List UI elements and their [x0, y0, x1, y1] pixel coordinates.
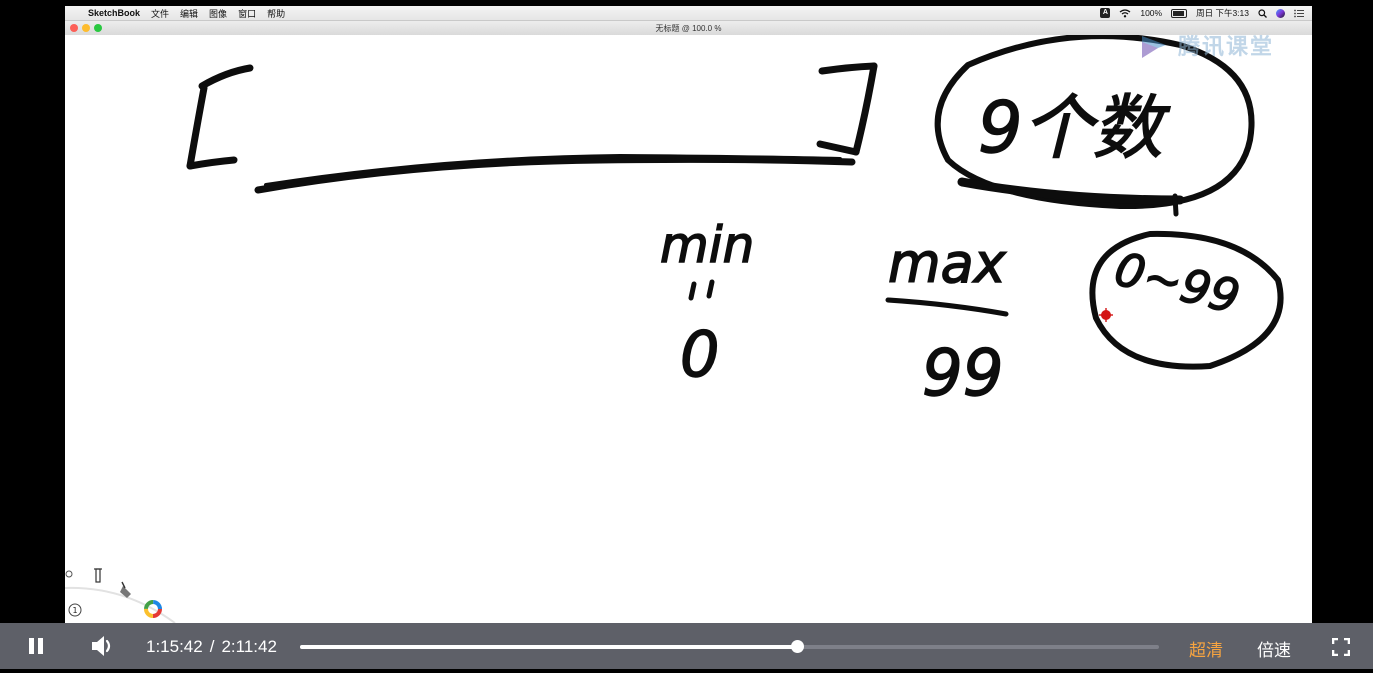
time-display: 1:15:42 / 2:11:42	[146, 637, 277, 657]
max-underline-stroke	[885, 297, 1009, 317]
menu-file[interactable]: 文件	[151, 7, 169, 20]
handwriting-layer: min 0 max 99 9个数 0~99	[186, 35, 1284, 412]
video-player[interactable]: SketchBook 文件 编辑 图像 窗口 帮助 A 100% 周日 下午3:…	[0, 0, 1373, 673]
quality-button[interactable]: 超清	[1189, 636, 1223, 661]
siri-icon[interactable]	[1276, 8, 1285, 18]
menu-edit[interactable]: 编辑	[180, 7, 198, 20]
notification-center-icon[interactable]	[1294, 9, 1304, 18]
progress-played	[300, 645, 797, 649]
progress-handle[interactable]	[790, 640, 804, 653]
brush-cursor-icon	[1099, 308, 1113, 322]
document-title: 无标题 @ 100.0 %	[655, 24, 722, 33]
range-label: 0~99	[1109, 241, 1245, 324]
menu-help[interactable]: 帮助	[267, 7, 285, 20]
pause-icon	[38, 638, 43, 654]
current-time: 1:15:42	[146, 637, 203, 656]
wifi-icon[interactable]	[1119, 8, 1131, 18]
input-source-icon[interactable]: A	[1100, 8, 1111, 18]
equal-tick-stroke	[706, 279, 715, 299]
pen-tool-icon	[94, 568, 102, 583]
right-bracket-stroke	[816, 62, 878, 156]
min-value: 0	[680, 318, 719, 391]
count-connector-stroke	[1172, 193, 1179, 217]
max-value: 99	[922, 337, 1003, 411]
search-icon[interactable]	[1258, 8, 1267, 18]
pause-button[interactable]	[26, 636, 46, 656]
time-separator: /	[209, 637, 215, 656]
tencent-classroom-watermark: 腾讯课堂	[1138, 35, 1274, 62]
layer-tool-icon: 1	[68, 603, 82, 617]
volume-icon[interactable]	[90, 634, 118, 658]
speed-button[interactable]: 倍速	[1257, 636, 1291, 661]
min-label: min	[660, 216, 754, 274]
total-time: 2:11:42	[221, 637, 277, 656]
watermark-text: 腾讯课堂	[1178, 35, 1275, 59]
fullscreen-icon[interactable]	[1332, 638, 1350, 656]
battery-icon[interactable]	[1171, 8, 1188, 18]
pause-icon	[29, 638, 34, 654]
player-control-bar: 1:15:42 / 2:11:42 超清 倍速	[0, 623, 1373, 669]
count-label: 9个数	[978, 87, 1171, 169]
progress-bar[interactable]	[300, 640, 1159, 653]
clock[interactable]: 周日 下午3:13	[1196, 7, 1249, 19]
settings-tool-icon	[65, 570, 73, 578]
tencent-classroom-logo-icon	[1142, 36, 1166, 58]
battery-percent: 100%	[1140, 8, 1163, 18]
max-label: max	[888, 232, 1007, 295]
menu-window[interactable]: 窗口	[238, 7, 256, 20]
mac-menubar: SketchBook 文件 编辑 图像 窗口 帮助 A 100% 周日 下午3:…	[65, 6, 1312, 21]
equal-tick-stroke	[688, 281, 697, 301]
svg-text:1: 1	[72, 606, 77, 615]
app-menu[interactable]: SketchBook	[88, 8, 140, 18]
count-underline-stroke	[957, 177, 1185, 205]
left-bracket-stroke	[186, 64, 254, 170]
window-titlebar: 无标题 @ 100.0 %	[65, 21, 1312, 36]
menu-image[interactable]: 图像	[209, 7, 227, 20]
tool-puck[interactable]: 1	[65, 558, 185, 623]
sketch-canvas[interactable]: min 0 max 99 9个数 0~99 腾讯课堂 1	[65, 35, 1312, 623]
